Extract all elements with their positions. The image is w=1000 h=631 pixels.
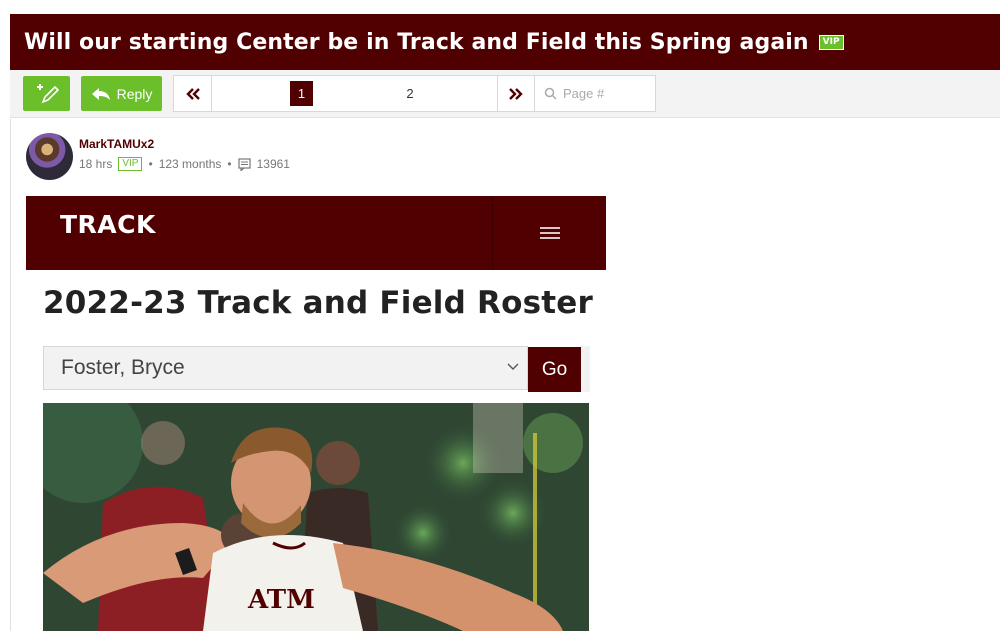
double-chevron-right-icon [509,87,523,100]
meta-separator: • [227,157,232,171]
post-time: 18 hrs [79,157,113,171]
thread-toolbar: Reply 1 2 [10,70,1000,118]
reply-button[interactable]: Reply [81,76,162,111]
vip-badge: VIP [818,34,844,50]
aggie-logo-text: ATM [247,585,315,615]
athlete-select[interactable]: Foster, Bryce [43,346,528,390]
double-chevron-left-icon [185,87,200,100]
reply-arrow-icon [91,87,110,100]
chevron-down-icon [507,360,519,374]
page-jump [536,76,656,111]
roster-heading: 2022-23 Track and Field Roster [43,285,593,321]
thread-title-bar: Will our starting Center be in Track and… [10,14,1000,70]
reply-label: Reply [116,85,153,102]
first-page-button[interactable] [174,76,212,111]
go-button[interactable]: Go [528,347,581,392]
member-tenure: 123 months [158,157,222,171]
pencil-plus-icon [36,83,59,103]
meta-separator: • [148,157,153,171]
athlete-photo: ATM [43,403,589,631]
select-bar-end [581,346,590,392]
post-count: 13961 [256,157,290,171]
comment-icon [238,157,251,171]
top-strip [0,0,1000,14]
shot-put-photo-graphic: ATM [43,403,589,631]
pagination: 1 2 [173,75,656,112]
page-2-link[interactable]: 2 [400,81,420,106]
page-number-input[interactable] [563,86,643,101]
site-logo-text[interactable]: TRACK [60,210,156,239]
hamburger-menu-icon [539,224,560,242]
athlete-select-value: Foster, Bryce [61,356,185,379]
thread-title: Will our starting Center be in Track and… [24,29,809,55]
page-1-current[interactable]: 1 [290,81,313,106]
avatar[interactable] [26,133,73,180]
new-post-button[interactable] [23,76,70,111]
search-icon [544,87,557,100]
embedded-site-header: TRACK [26,196,606,270]
post-author[interactable]: MarkTAMUx2 [79,137,154,151]
hamburger-menu-button[interactable] [492,196,606,270]
post-meta: 18 hrs VIP • 123 months • 13961 [79,157,290,171]
author-vip-badge: VIP [118,157,143,171]
last-page-button[interactable] [497,76,535,111]
